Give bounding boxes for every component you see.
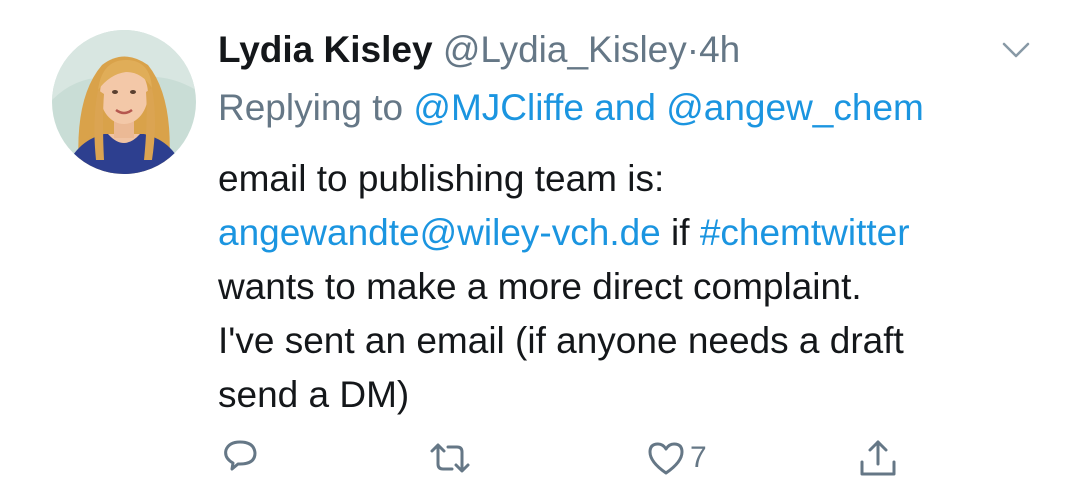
heart-icon bbox=[646, 438, 686, 478]
body-line-2: angewandte@wiley-vch.de if #chemtwitter bbox=[218, 206, 1058, 260]
user-handle[interactable]: @Lydia_Kisley bbox=[443, 29, 687, 70]
chevron-down-icon[interactable] bbox=[996, 30, 1036, 70]
reply-joiner[interactable]: and bbox=[594, 87, 656, 128]
body-line-5: send a DM) bbox=[218, 374, 410, 415]
retweet-icon bbox=[428, 436, 472, 480]
body-line-4: I've sent an email (if anyone needs a dr… bbox=[218, 320, 904, 361]
share-icon bbox=[856, 436, 900, 480]
timestamp[interactable]: 4h bbox=[699, 29, 740, 70]
share-button[interactable] bbox=[856, 436, 900, 480]
reply-mention-1[interactable]: @MJCliffe bbox=[413, 87, 584, 128]
body-line-1: email to publishing team is: bbox=[218, 158, 665, 199]
action-bar: 7 bbox=[0, 436, 1080, 480]
like-count: 7 bbox=[690, 441, 707, 474]
body-line-3: wants to make a more direct complaint. bbox=[218, 266, 862, 307]
reply-button[interactable] bbox=[218, 436, 262, 480]
reply-icon bbox=[218, 436, 262, 480]
avatar[interactable] bbox=[52, 30, 196, 174]
body-if: if bbox=[671, 212, 690, 253]
replying-to-label: Replying to bbox=[218, 87, 404, 128]
like-button[interactable]: 7 bbox=[646, 436, 707, 480]
email-link[interactable]: angewandte@wiley-vch.de bbox=[218, 212, 661, 253]
display-name[interactable]: Lydia Kisley bbox=[218, 29, 433, 70]
tweet-header: Lydia Kisley @Lydia_Kisley·4h bbox=[218, 26, 740, 74]
separator-dot: · bbox=[686, 29, 700, 70]
hashtag-link[interactable]: #chemtwitter bbox=[700, 212, 910, 253]
reply-mention-2[interactable]: @angew_chem bbox=[666, 87, 924, 128]
replying-to: Replying to @MJCliffe and @angew_chem bbox=[218, 84, 924, 132]
tweet-body: email to publishing team is: angewandte@… bbox=[218, 152, 1058, 422]
retweet-button[interactable] bbox=[428, 436, 472, 480]
